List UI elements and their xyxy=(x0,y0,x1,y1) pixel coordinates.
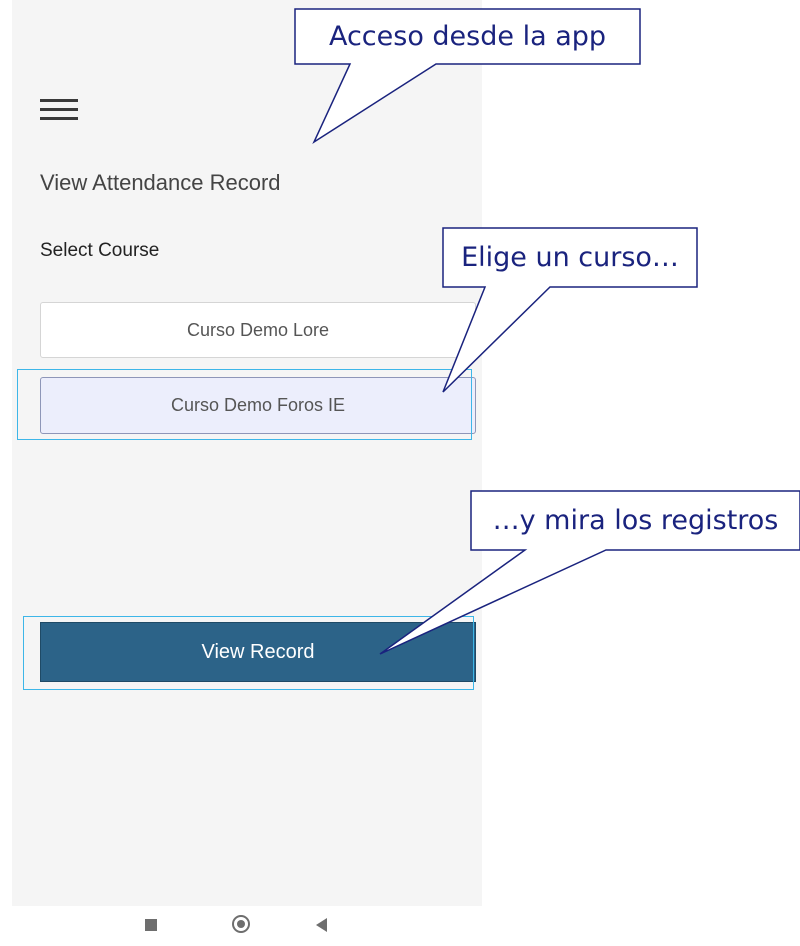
course-option-curso-demo-foros-ie[interactable]: Curso Demo Foros IE xyxy=(40,377,476,434)
view-record-button-label: View Record xyxy=(201,640,315,663)
callout-1-text: Acceso desde la app xyxy=(328,21,607,52)
view-record-button[interactable]: View Record xyxy=(40,622,476,682)
hamburger-menu-icon[interactable] xyxy=(40,99,78,121)
select-course-label: Select Course xyxy=(40,240,160,261)
home-circle-icon[interactable] xyxy=(232,915,250,933)
page-title: View Attendance Record xyxy=(40,170,281,195)
recents-square-icon[interactable] xyxy=(145,919,157,931)
course-option-label: Curso Demo Lore xyxy=(186,319,330,340)
back-triangle-icon[interactable] xyxy=(316,918,327,932)
course-option-label: Curso Demo Foros IE xyxy=(170,395,346,415)
app-screen: View Attendance Record Select Course Cur… xyxy=(12,0,482,906)
course-option-curso-demo-lore[interactable]: Curso Demo Lore xyxy=(40,302,476,358)
android-nav-bar xyxy=(0,906,800,946)
callout-3-text: …y mira los registros xyxy=(492,505,779,536)
callout-2-text: Elige un curso… xyxy=(461,242,679,273)
